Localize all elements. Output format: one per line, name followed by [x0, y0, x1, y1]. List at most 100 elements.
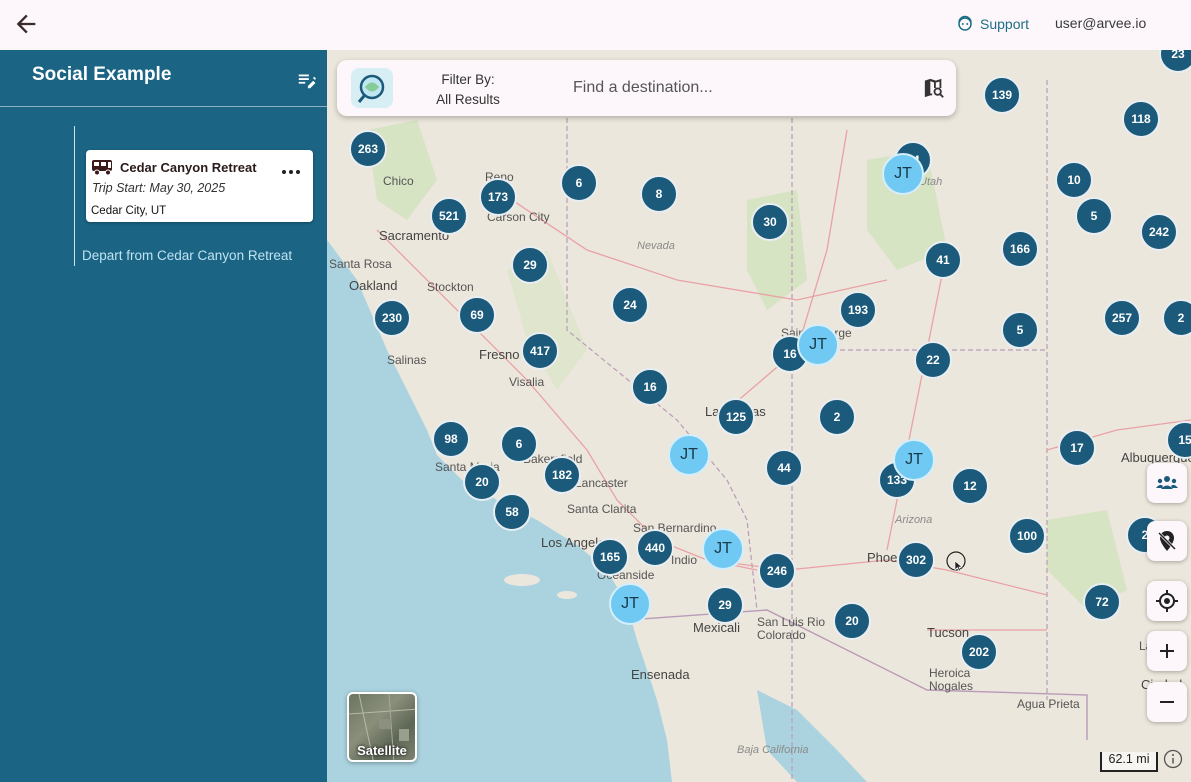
cluster-marker[interactable]: 182 — [543, 456, 581, 494]
support-label: Support — [980, 16, 1030, 32]
depart-item[interactable]: Depart from Cedar Canyon Retreat — [82, 248, 304, 263]
cluster-marker[interactable]: 263 — [349, 130, 387, 168]
cluster-marker[interactable]: 72 — [1083, 583, 1121, 621]
more-horiz-icon[interactable] — [280, 164, 302, 180]
map-label: Santa Rosa — [329, 257, 392, 271]
cluster-marker[interactable]: 173 — [479, 178, 517, 216]
cluster-marker[interactable]: 29 — [511, 246, 549, 284]
location-off-icon — [1157, 531, 1177, 551]
cluster-marker[interactable]: 202 — [960, 633, 998, 671]
support-agent-icon — [958, 15, 972, 31]
cluster-marker[interactable]: 30 — [751, 203, 789, 241]
cluster-marker[interactable]: 20 — [833, 602, 871, 640]
cluster-marker[interactable]: 230 — [373, 299, 411, 337]
minus-icon — [1160, 701, 1174, 703]
cluster-marker[interactable]: 246 — [758, 552, 796, 590]
edit-note-icon[interactable] — [296, 69, 318, 91]
search-bar: Filter By: All Results — [337, 60, 956, 116]
map-label: Arizona — [895, 514, 933, 526]
cluster-marker[interactable]: 166 — [1001, 230, 1039, 268]
zoom-out-button[interactable] — [1147, 682, 1187, 722]
location-off-button[interactable] — [1147, 521, 1187, 561]
cluster-marker[interactable]: 139 — [983, 76, 1021, 114]
cluster-marker[interactable]: 22 — [914, 341, 952, 379]
destination-search-input[interactable] — [573, 74, 903, 102]
map-label: Oakland — [349, 278, 398, 293]
map-label: Nevada — [637, 240, 675, 252]
cluster-marker[interactable]: 165 — [591, 538, 629, 576]
support-link[interactable]: Support — [956, 14, 1029, 34]
user-marker[interactable]: JT — [609, 583, 651, 625]
cluster-marker[interactable]: 24 — [611, 286, 649, 324]
cluster-marker[interactable]: 521 — [430, 197, 468, 235]
cluster-marker[interactable]: 6 — [560, 164, 598, 202]
sidebar-divider — [0, 106, 327, 107]
cluster-marker[interactable]: 16 — [631, 368, 669, 406]
map-label: Indio — [671, 553, 698, 567]
cluster-marker[interactable]: 100 — [1008, 517, 1046, 555]
magnifier-globe-icon — [357, 74, 385, 103]
map-label: Salinas — [387, 353, 427, 367]
satellite-toggle[interactable]: Satellite — [347, 692, 417, 762]
map-label: Heroica Nogales — [929, 666, 974, 693]
cluster-marker[interactable]: 20 — [463, 463, 501, 501]
map-label: Agua Prieta — [1017, 697, 1080, 711]
map-label: Ensenada — [631, 667, 690, 682]
arrow-left-icon[interactable] — [12, 10, 40, 38]
cluster-marker[interactable]: 44 — [765, 449, 803, 487]
plus-icon — [1160, 644, 1174, 658]
cluster-marker[interactable]: 5 — [1075, 197, 1113, 235]
map[interactable]: Reno Carson City Chico Sacramento Santa … — [327, 50, 1191, 782]
map-label: Tucson — [927, 625, 970, 640]
user-marker[interactable]: JT — [702, 528, 744, 570]
cluster-marker[interactable]: 10 — [1055, 161, 1093, 199]
cluster-marker[interactable]: 257 — [1103, 299, 1141, 337]
map-label: Fresno — [479, 347, 520, 362]
map-label: Visalia — [509, 375, 545, 389]
cluster-marker[interactable]: 5 — [1001, 311, 1039, 349]
cluster-marker[interactable]: 98 — [432, 420, 470, 458]
map-label: Lancaster — [575, 476, 628, 490]
group-button[interactable] — [1147, 463, 1187, 503]
cluster-marker[interactable]: 118 — [1122, 100, 1160, 138]
top-bar: Support user@arvee.io — [0, 0, 1191, 50]
map-search-icon[interactable] — [923, 77, 945, 99]
trip-card[interactable]: Cedar Canyon Retreat Trip Start: May 30,… — [86, 150, 313, 222]
cluster-marker[interactable]: 58 — [493, 493, 531, 531]
user-marker[interactable]: JT — [797, 324, 839, 366]
filter-logo-button[interactable] — [351, 68, 393, 108]
user-marker[interactable]: JT — [882, 153, 924, 195]
user-email[interactable]: user@arvee.io — [1055, 15, 1146, 31]
cluster-marker[interactable]: 6 — [500, 425, 538, 463]
trip-start-date: Trip Start: May 30, 2025 — [92, 181, 226, 195]
cluster-marker[interactable]: 69 — [458, 296, 496, 334]
cluster-marker[interactable]: 41 — [924, 241, 962, 279]
cluster-marker[interactable]: 8 — [640, 175, 678, 213]
cluster-marker[interactable]: 12 — [951, 467, 989, 505]
user-marker[interactable]: JT — [668, 434, 710, 476]
cluster-marker[interactable]: 17 — [1058, 429, 1096, 467]
trip-location: Cedar City, UT — [91, 205, 167, 217]
user-marker[interactable]: JT — [893, 439, 935, 481]
map-label: San Luis Rio Colorado — [757, 615, 826, 642]
cluster-marker[interactable]: 242 — [1140, 213, 1178, 251]
filter-value: All Results — [436, 92, 500, 107]
zoom-in-button[interactable] — [1147, 631, 1187, 671]
cluster-marker[interactable]: 193 — [839, 291, 877, 329]
filter-by-label: Filter By: — [441, 72, 495, 87]
cluster-marker[interactable]: 417 — [521, 332, 559, 370]
group-icon — [1156, 476, 1178, 489]
map-scale: 62.1 mi — [1100, 752, 1158, 772]
cluster-marker[interactable]: 2 — [818, 398, 856, 436]
satellite-label: Satellite — [357, 743, 407, 758]
info-icon[interactable] — [1163, 749, 1183, 769]
cluster-marker[interactable]: 440 — [636, 529, 674, 567]
cluster-marker[interactable]: 125 — [717, 398, 755, 436]
rv-icon — [92, 160, 112, 176]
cluster-marker[interactable]: 302 — [897, 541, 935, 579]
filter-selector[interactable]: Filter By: All Results — [433, 70, 503, 110]
map-label: Baja California — [737, 744, 809, 756]
my-location-button[interactable] — [1147, 581, 1187, 621]
map-label: Stockton — [427, 280, 474, 294]
cluster-marker[interactable]: 29 — [706, 586, 744, 624]
